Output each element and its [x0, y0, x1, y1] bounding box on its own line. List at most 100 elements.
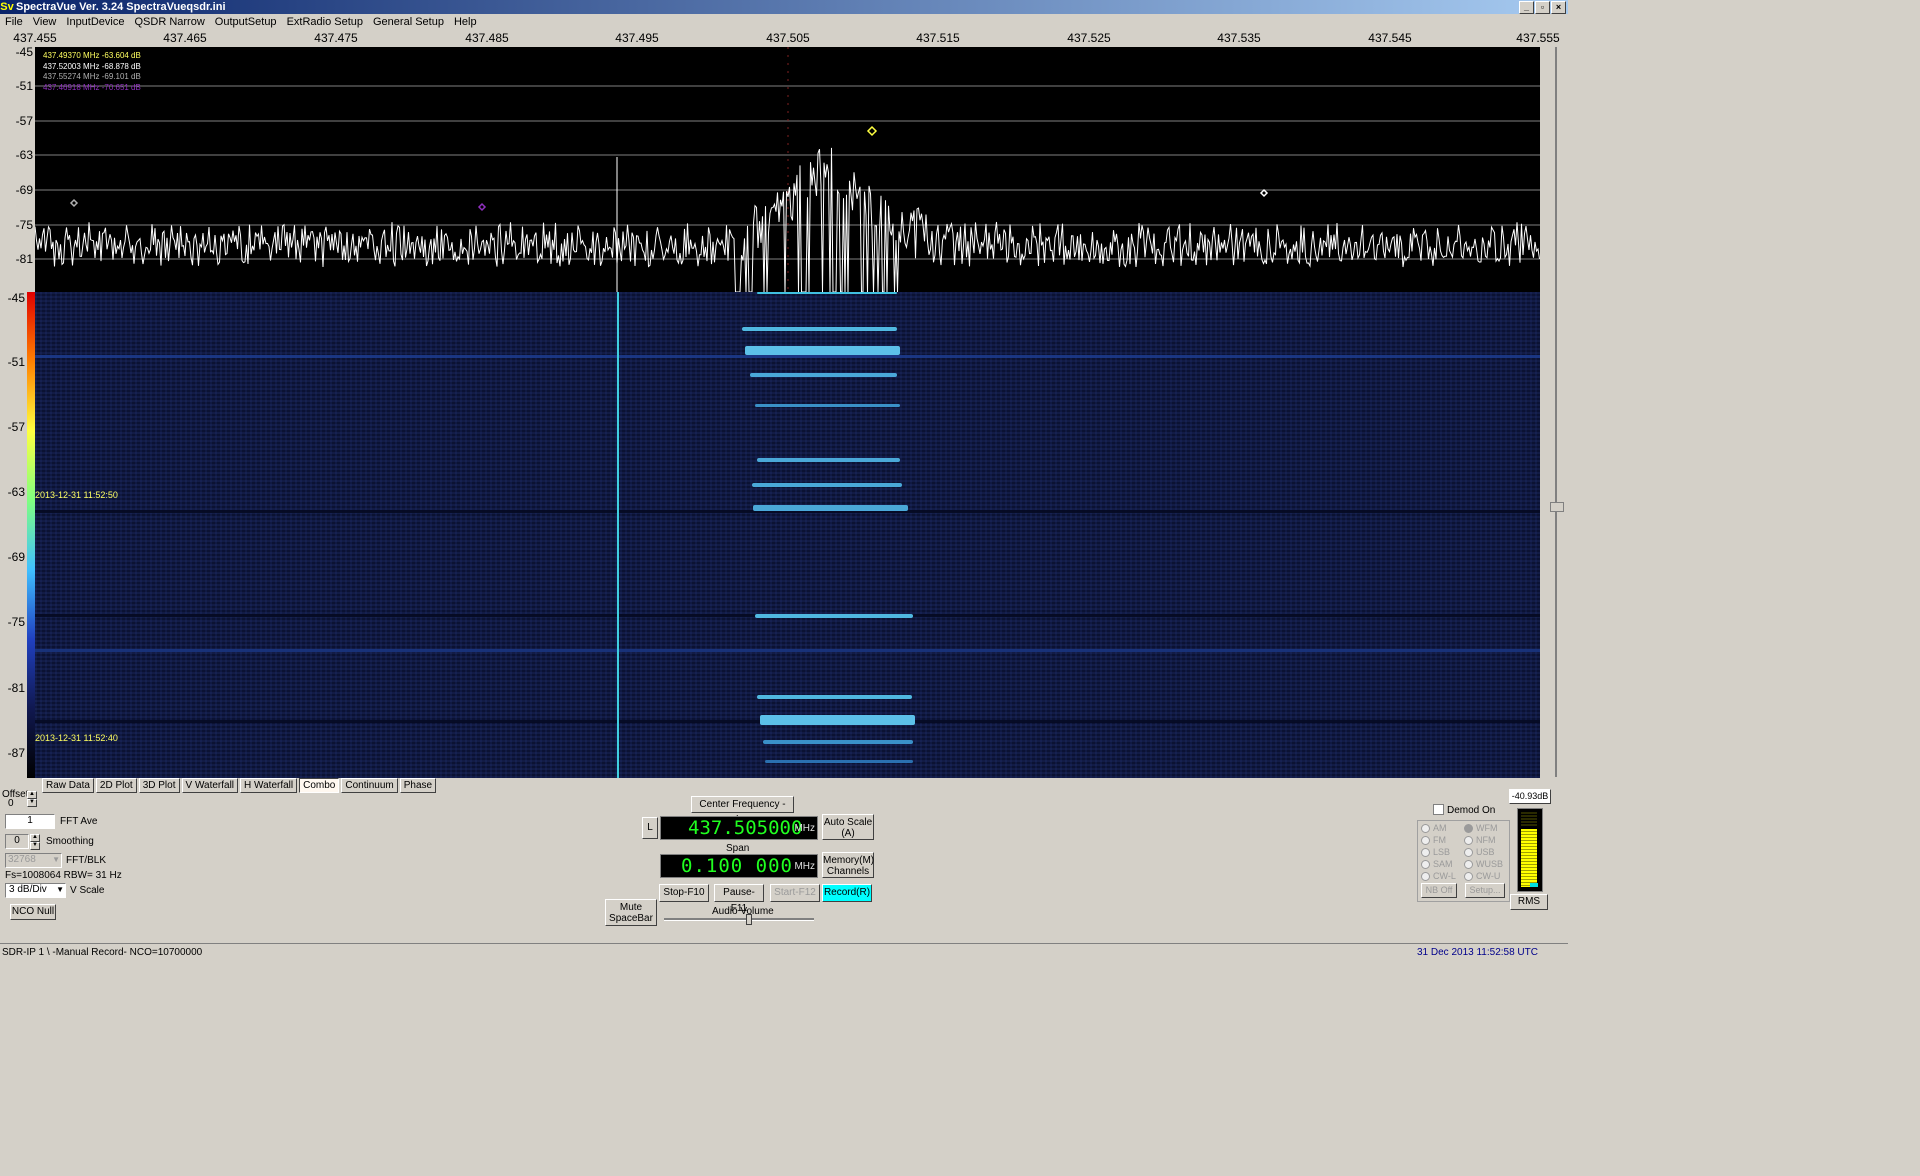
- marker-readout: 437.46918 MHz -70.651 dB: [43, 82, 141, 92]
- close-button[interactable]: ×: [1551, 1, 1566, 14]
- mode-label: AM: [1433, 823, 1447, 833]
- marker-readouts: 437.49370 MHz -63.604 dB 437.52003 MHz -…: [43, 51, 141, 93]
- marker-1-icon[interactable]: [866, 125, 878, 137]
- level-slider[interactable]: [1550, 47, 1564, 777]
- tab-combo[interactable]: Combo: [299, 778, 340, 793]
- audio-volume-slider[interactable]: [664, 914, 814, 925]
- minimize-button[interactable]: _: [1519, 1, 1534, 14]
- chevron-down-icon: ▼: [52, 855, 60, 864]
- waterfall-band: [35, 649, 1540, 652]
- freq-tick: 437.455: [13, 31, 57, 45]
- tab-continuum[interactable]: Continuum: [341, 778, 398, 793]
- offset-spinner[interactable]: ▲ ▼: [27, 791, 37, 807]
- status-left: SDR-IP 1 \ -Manual Record- NCO=10700000: [2, 947, 203, 958]
- signal-burst: [757, 458, 900, 462]
- level-slider-thumb[interactable]: [1550, 502, 1564, 512]
- fft-blk-select[interactable]: 32768 ▼: [5, 853, 62, 868]
- menu-outputsetup[interactable]: OutputSetup: [210, 14, 282, 31]
- span-display[interactable]: 0.100 000 MHz: [660, 854, 818, 878]
- signal-burst: [750, 373, 897, 377]
- waterfall-color-scale: [27, 292, 35, 778]
- level-meter: [1517, 808, 1543, 892]
- marker-readout: 437.55274 MHz -69.101 dB: [43, 72, 141, 81]
- menu-inputdevice[interactable]: InputDevice: [61, 14, 129, 31]
- menu-general-setup[interactable]: General Setup: [368, 14, 449, 31]
- record-button[interactable]: Record(R): [822, 884, 872, 902]
- mode-wfm-radio[interactable]: WFM: [1464, 823, 1498, 834]
- auto-scale-button[interactable]: Auto Scale (A): [822, 814, 874, 840]
- level-readout: -40.93dB: [1509, 789, 1551, 804]
- marker-2-icon[interactable]: [1259, 188, 1269, 198]
- menu-extradio-setup[interactable]: ExtRadio Setup: [282, 14, 368, 31]
- menu-view[interactable]: View: [28, 14, 62, 31]
- mode-label: FM: [1433, 835, 1446, 845]
- menu-file[interactable]: File: [0, 14, 28, 31]
- mute-button[interactable]: Mute SpaceBar: [605, 899, 657, 926]
- frequency-display[interactable]: 437.505000 MHz: [660, 816, 818, 840]
- freq-tick: 437.465: [163, 31, 207, 45]
- y-tick: -63: [15, 148, 33, 162]
- tab-v-waterfall[interactable]: V Waterfall: [181, 778, 239, 793]
- freq-tick: 437.495: [615, 31, 659, 45]
- span-unit: MHz: [794, 861, 815, 872]
- spectrum-plot[interactable]: 437.49370 MHz -63.604 dB 437.52003 MHz -…: [35, 47, 1540, 292]
- demod-on-label: Demod On: [1447, 805, 1496, 816]
- waterfall-band: [35, 355, 1540, 358]
- vscale-select[interactable]: 3 dB/Div ▼: [5, 883, 66, 898]
- menu-help[interactable]: Help: [449, 14, 482, 31]
- mode-label: LSB: [1433, 847, 1451, 857]
- signal-burst: [755, 614, 913, 618]
- mode-label: SAM: [1433, 859, 1453, 869]
- status-bar: SDR-IP 1 \ -Manual Record- NCO=10700000 …: [0, 943, 1568, 961]
- signal-burst: [765, 760, 913, 763]
- nb-off-button[interactable]: NB Off: [1421, 883, 1457, 898]
- mode-fm-radio[interactable]: FM: [1421, 835, 1446, 846]
- start-button[interactable]: Start-F12: [770, 884, 820, 902]
- y-tick: -87: [7, 746, 25, 760]
- marker-3-icon[interactable]: [69, 198, 79, 208]
- waterfall-display[interactable]: 2013-12-31 11:52:50 2013-12-31 11:52:40: [35, 292, 1540, 778]
- rms-button[interactable]: RMS: [1510, 894, 1548, 910]
- mode-nfm-radio[interactable]: NFM: [1464, 835, 1496, 846]
- memory-channels-button[interactable]: Memory(M) Channels: [822, 852, 874, 878]
- mode-label: CW-L: [1433, 871, 1456, 881]
- smoothing-spinner[interactable]: ▲ ▼: [30, 834, 40, 850]
- mode-sam-radio[interactable]: SAM: [1421, 859, 1453, 870]
- menu-qsdr-narrow[interactable]: QSDR Narrow: [129, 14, 209, 31]
- tab-3d-plot[interactable]: 3D Plot: [138, 778, 180, 793]
- tab-h-waterfall[interactable]: H Waterfall: [240, 778, 298, 793]
- tab-phase[interactable]: Phase: [399, 778, 437, 793]
- mode-cwu-radio[interactable]: CW-U: [1464, 871, 1500, 882]
- mode-label: WUSB: [1476, 859, 1503, 869]
- span-label: Span: [726, 843, 750, 854]
- setup-button[interactable]: Setup...: [1465, 883, 1505, 898]
- fft-ave-label: FFT Ave: [60, 816, 98, 827]
- y-tick: -45: [15, 45, 33, 59]
- lock-button[interactable]: L: [642, 817, 658, 839]
- tab-2d-plot[interactable]: 2D Plot: [95, 778, 137, 793]
- freq-tick: 437.545: [1368, 31, 1412, 45]
- frequency-axis: 437.455 437.465 437.475 437.485 437.495 …: [0, 31, 1568, 47]
- frequency-unit: MHz: [794, 823, 815, 834]
- smoothing-label: Smoothing: [46, 836, 94, 847]
- y-tick: -81: [7, 681, 25, 695]
- mode-lsb-radio[interactable]: LSB: [1421, 847, 1451, 858]
- pause-button[interactable]: Pause-F11: [714, 884, 764, 914]
- marker-4-icon[interactable]: [477, 202, 487, 212]
- audio-volume-thumb[interactable]: [746, 914, 752, 925]
- signal-burst: [755, 404, 900, 407]
- tab-raw-data[interactable]: Raw Data: [42, 778, 94, 793]
- demod-on-checkbox[interactable]: [1433, 804, 1444, 815]
- vscale-label: V Scale: [70, 885, 105, 896]
- fft-ave-input[interactable]: 1: [5, 814, 55, 829]
- center-frequency-button[interactable]: Center Frequency - Ins: [691, 796, 794, 825]
- stop-button[interactable]: Stop-F10: [659, 884, 709, 902]
- mode-wusb-radio[interactable]: WUSB: [1464, 859, 1503, 870]
- mode-usb-radio[interactable]: USB: [1464, 847, 1495, 858]
- maximize-button[interactable]: ▫: [1535, 1, 1550, 14]
- audio-volume-label: Audio Volume: [712, 906, 774, 917]
- mode-cwl-radio[interactable]: CW-L: [1421, 871, 1456, 882]
- nco-null-button[interactable]: NCO Null: [10, 904, 56, 920]
- smoothing-input[interactable]: 0: [5, 834, 29, 849]
- mode-am-radio[interactable]: AM: [1421, 823, 1447, 834]
